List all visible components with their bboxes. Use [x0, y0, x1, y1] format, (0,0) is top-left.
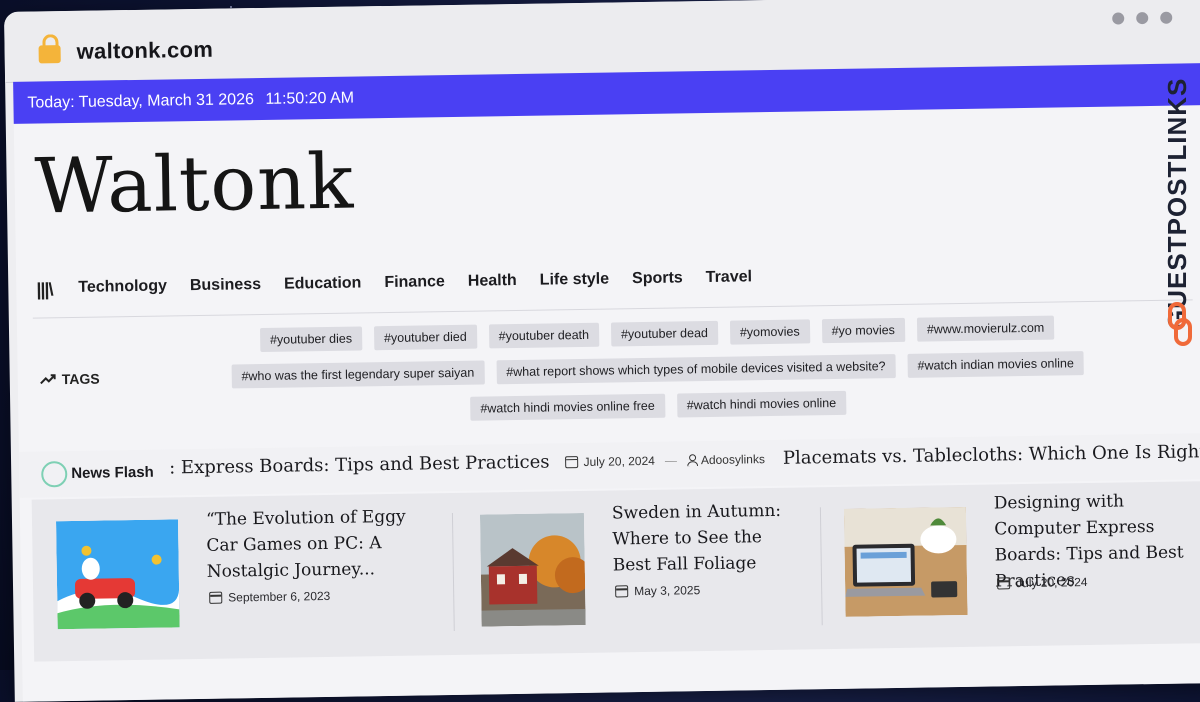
post-thumbnail[interactable] [56, 519, 180, 630]
tag[interactable]: #yomovies [729, 319, 810, 345]
tag[interactable]: #youtuber dead [610, 320, 719, 347]
url-text[interactable]: waltonk.com [76, 37, 213, 65]
post-date: September 6, 2023 [209, 589, 330, 605]
brand-name: GUESTPOSTLINKS [1162, 77, 1192, 330]
post-thumbnail[interactable] [843, 506, 968, 617]
ticker-author[interactable]: Adoosylinks [701, 452, 765, 467]
ticker-date: July 20, 2024 [583, 453, 655, 469]
current-time: 11:50:20 AM [265, 89, 355, 108]
window-dot-icon[interactable] [1112, 12, 1125, 25]
tag[interactable]: #watch indian movies online [907, 351, 1085, 378]
link-chain-icon [1168, 302, 1192, 346]
tag[interactable]: #yo movies [821, 317, 906, 344]
eggy-car-image [56, 519, 180, 630]
post-date-text: July 20, 2024 [1015, 575, 1088, 591]
nav-item-sports[interactable]: Sports [632, 269, 683, 288]
user-icon [687, 454, 696, 465]
post-title[interactable]: “The Evolution of Eggy Car Games on PC: … [206, 503, 427, 584]
tag-row: #watch hindi movies online free #watch h… [208, 387, 1108, 425]
post-date: July 20, 2024 [997, 575, 1088, 590]
card-divider [451, 513, 455, 632]
tag[interactable]: #watch hindi movies online free [470, 393, 665, 421]
post-card[interactable]: Sweden in Autumn: Where to See the Best … [479, 501, 812, 638]
ticker-next-headline[interactable]: Placemats vs. Tablecloths: Which One Is … [783, 440, 1200, 469]
tag-cloud: #youtuber dies #youtuber died #youtuber … [207, 315, 1109, 437]
ticker-headline[interactable]: : Express Boards: Tips and Best Practice… [169, 451, 550, 478]
web-page: Today: Tuesday, March 31 2026 11:50:20 A… [13, 63, 1200, 702]
post-thumbnail[interactable] [479, 512, 586, 627]
today-date: Today: Tuesday, March 31 2026 [27, 91, 255, 112]
window-controls [1112, 11, 1173, 25]
tag-row: #youtuber dies #youtuber died #youtuber … [207, 315, 1107, 353]
tag-row: #who was the first legendary super saiya… [208, 351, 1108, 389]
nav-item-finance[interactable]: Finance [384, 273, 445, 292]
tag[interactable]: #youtuber dies [259, 326, 363, 353]
tag[interactable]: #youtuber died [373, 324, 477, 351]
window-dot-icon[interactable] [1136, 12, 1149, 25]
post-card[interactable]: “The Evolution of Eggy Car Games on PC: … [56, 507, 448, 645]
tag[interactable]: #youtuber death [488, 322, 600, 349]
browser-window: waltonk.com Today: Tuesday, March 31 202… [4, 0, 1200, 702]
post-title[interactable]: Sweden in Autumn: Where to See the Best … [612, 498, 803, 579]
tags-heading: TAGS [40, 371, 100, 388]
news-flash-ring-icon [41, 461, 68, 488]
news-ticker: : Express Boards: Tips and Best Practice… [169, 440, 1200, 479]
nav-item-travel[interactable]: Travel [706, 268, 753, 287]
sweden-autumn-image [479, 512, 586, 627]
calendar-icon [565, 455, 579, 468]
menu-icon[interactable]: |||\ [36, 279, 52, 300]
calendar-icon [615, 585, 629, 598]
post-date: May 3, 2025 [615, 583, 700, 598]
news-flash-label: News Flash [71, 463, 154, 482]
post-date-text: May 3, 2025 [634, 583, 701, 599]
post-date-text: September 6, 2023 [228, 588, 331, 605]
tag[interactable]: #watch hindi movies online [676, 390, 847, 418]
nav-items: Technology Business Education Finance He… [78, 268, 775, 297]
tags-label: TAGS [61, 370, 100, 388]
nav-item-technology[interactable]: Technology [78, 277, 167, 296]
site-logo[interactable]: Waltonk [34, 137, 355, 231]
window-dot-icon[interactable] [1160, 11, 1173, 24]
tag[interactable]: #what report shows which types of mobile… [496, 354, 896, 385]
meta-separator: — [664, 452, 677, 468]
nav-item-health[interactable]: Health [468, 272, 517, 291]
tag[interactable]: #www.movierulz.com [916, 315, 1055, 342]
post-card[interactable]: Designing with Computer Express Boards: … [843, 491, 1200, 633]
calendar-icon [209, 591, 223, 604]
card-divider [819, 507, 823, 626]
trending-icon [40, 374, 56, 385]
laptop-desk-image [843, 506, 968, 617]
ticker-meta: July 20, 2024 — Adoosylinks [565, 452, 765, 469]
nav-item-lifestyle[interactable]: Life style [540, 271, 610, 290]
nav-item-education[interactable]: Education [284, 274, 362, 293]
calendar-icon [997, 577, 1011, 590]
featured-posts: “The Evolution of Eggy Car Games on PC: … [31, 481, 1200, 662]
lock-icon [38, 45, 61, 64]
main-nav: |||\ Technology Business Education Finan… [32, 259, 1193, 319]
tag[interactable]: #who was the first legendary super saiya… [231, 360, 485, 389]
nav-item-business[interactable]: Business [190, 276, 261, 295]
